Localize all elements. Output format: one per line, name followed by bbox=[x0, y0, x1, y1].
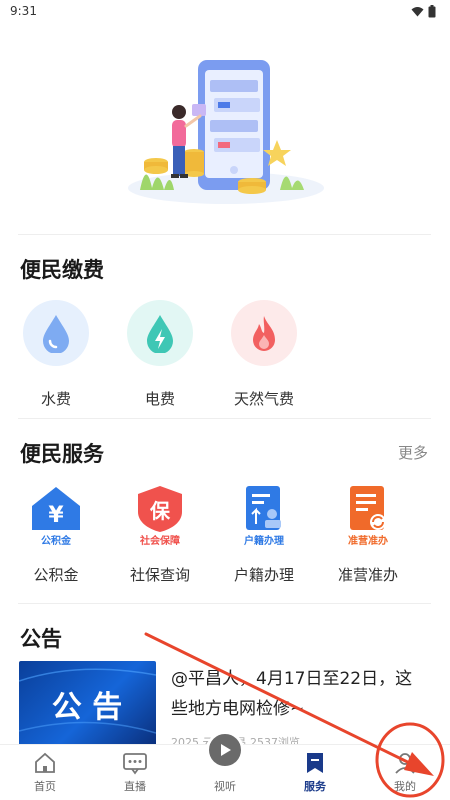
services-more-link[interactable]: 更多 bbox=[398, 442, 428, 463]
service-item-social-security[interactable]: 保 社会保障 社保查询 bbox=[108, 484, 212, 585]
flame-icon bbox=[253, 316, 275, 351]
svg-text:准营准办: 准营准办 bbox=[348, 534, 388, 546]
payment-section-title: 便民缴费 bbox=[20, 258, 104, 282]
tab-video[interactable]: 视听 bbox=[180, 731, 270, 800]
hero-illustration bbox=[0, 40, 450, 230]
tab-service[interactable]: 服务 bbox=[270, 745, 360, 800]
payment-item-label: 水费 bbox=[40, 390, 71, 408]
services-section-title: 便民服务 bbox=[20, 442, 104, 466]
payment-item-electric[interactable]: 电费 bbox=[108, 300, 212, 409]
announcement-section-title: 公告 bbox=[20, 627, 62, 651]
tab-label: 服务 bbox=[304, 780, 326, 793]
payment-grid: 水费 电费 天然气费 bbox=[0, 300, 450, 409]
service-icon bbox=[307, 753, 323, 773]
service-item-label: 公积金 bbox=[33, 566, 79, 584]
news-thumbnail-text: 公 告 bbox=[52, 690, 122, 725]
service-item-household[interactable]: 户籍办理 户籍办理 bbox=[212, 484, 316, 585]
divider bbox=[18, 418, 431, 419]
social-security-icon: 保 社会保障 bbox=[130, 484, 190, 546]
household-registration-icon: 户籍办理 bbox=[234, 484, 294, 546]
svg-text:保: 保 bbox=[149, 499, 171, 523]
news-thumbnail[interactable]: 公 告 bbox=[19, 661, 156, 747]
payment-item-gas[interactable]: 天然气费 bbox=[212, 300, 316, 409]
tab-live[interactable]: 直播 bbox=[90, 745, 180, 800]
svg-text:户籍办理: 户籍办理 bbox=[243, 534, 284, 546]
status-bar: 9:31 bbox=[0, 0, 450, 22]
services-grid: ¥ 公积金 公积金 保 社会保障 社保查询 户籍办理 户籍办理 准营准办 准营准… bbox=[0, 484, 450, 585]
svg-text:公积金: 公积金 bbox=[41, 534, 72, 546]
water-drop-icon bbox=[43, 315, 69, 353]
status-time: 9:31 bbox=[10, 4, 37, 18]
lightning-icon bbox=[147, 315, 173, 353]
gas-circle bbox=[231, 300, 297, 366]
live-icon bbox=[123, 753, 147, 775]
divider bbox=[18, 603, 431, 604]
service-item-housing-fund[interactable]: ¥ 公积金 公积金 bbox=[4, 484, 108, 585]
payment-item-water[interactable]: 水费 bbox=[4, 300, 108, 409]
status-icons bbox=[411, 4, 436, 18]
wifi-icon bbox=[411, 6, 424, 16]
business-permit-icon: 准营准办 bbox=[338, 484, 398, 546]
play-icon bbox=[206, 731, 244, 769]
payment-item-label: 电费 bbox=[144, 390, 175, 408]
tab-label: 直播 bbox=[124, 780, 146, 793]
tab-label: 视听 bbox=[214, 780, 236, 793]
service-item-label: 社保查询 bbox=[129, 566, 190, 584]
payment-item-label: 天然气费 bbox=[233, 390, 294, 408]
home-icon bbox=[35, 752, 55, 773]
battery-icon bbox=[428, 4, 436, 17]
bottom-tab-bar: 首页 直播 视听 服务 我的 bbox=[0, 731, 450, 800]
water-circle bbox=[23, 300, 89, 366]
tab-profile[interactable]: 我的 bbox=[360, 745, 450, 800]
tab-home[interactable]: 首页 bbox=[0, 745, 90, 800]
divider bbox=[18, 234, 431, 235]
housing-fund-icon: ¥ 公积金 bbox=[26, 484, 86, 546]
tab-label: 我的 bbox=[394, 780, 416, 793]
service-item-label: 户籍办理 bbox=[233, 566, 294, 584]
tab-label: 首页 bbox=[34, 780, 56, 793]
svg-text:社会保障: 社会保障 bbox=[139, 534, 180, 546]
svg-text:¥: ¥ bbox=[48, 503, 64, 528]
electric-circle bbox=[127, 300, 193, 366]
service-item-label: 准营准办 bbox=[337, 566, 398, 584]
news-title[interactable]: @平昌人，4月17日至22日，这些地方电网检修~ bbox=[171, 664, 426, 724]
service-item-business-permit[interactable]: 准营准办 准营准办 bbox=[316, 484, 420, 585]
profile-icon bbox=[395, 753, 415, 774]
